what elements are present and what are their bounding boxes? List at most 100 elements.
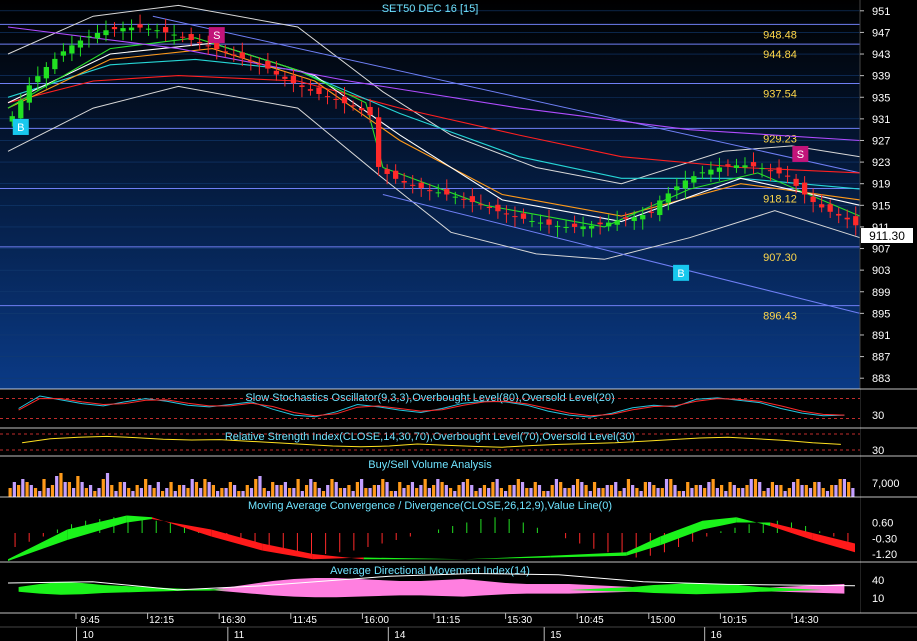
buy-volume-bar — [499, 488, 503, 497]
buy-volume-bar — [84, 488, 88, 497]
buy-volume-bar — [169, 482, 173, 497]
time-tick-label: 14:30 — [793, 615, 818, 626]
signal-label: B — [17, 122, 24, 134]
price-tick-label: 927 — [872, 135, 890, 147]
time-tick-label: 12:15 — [149, 615, 174, 626]
candle-body — [657, 200, 663, 216]
candle-body — [333, 98, 339, 100]
buy-volume-bar — [745, 485, 749, 497]
candle-body — [716, 167, 723, 172]
buy-volume-bar — [338, 488, 343, 497]
trading-chart: 948.48944.84937.54929.23918.12907.30896.… — [0, 0, 917, 641]
buy-volume-bar — [16, 485, 21, 497]
sell-volume-bar — [766, 488, 770, 497]
sell-volume-bar — [622, 488, 626, 497]
candle-body — [554, 225, 561, 227]
sell-volume-bar — [503, 491, 508, 497]
price-tick-label: 903 — [872, 265, 890, 277]
sell-volume-bar — [825, 491, 830, 497]
panel-title: Relative Strength Index(CLOSE,14,30,70),… — [225, 431, 635, 443]
time-axis: 9:45 12:15 16:30 11:45 16:00 11:15 15:30 10:45 1… — [0, 612, 917, 641]
buy-volume-bar — [271, 482, 275, 497]
candle-body — [571, 223, 578, 227]
candle-body — [512, 216, 518, 218]
buy-volume-bar — [847, 482, 851, 497]
buy-volume-bar — [652, 485, 656, 497]
sell-volume-bar — [12, 482, 16, 497]
candle-body — [231, 54, 237, 56]
buy-volume-bar — [482, 485, 487, 497]
candle-body — [18, 100, 24, 119]
candle-body — [623, 217, 629, 219]
buy-volume-bar — [609, 485, 614, 497]
price-tick-label: 883 — [872, 373, 890, 385]
sell-volume-bar — [139, 488, 144, 497]
sell-volume-bar — [21, 479, 25, 497]
buy-volume-bar — [762, 491, 766, 497]
sell-volume-bar — [487, 488, 491, 497]
date-tick-label: 11 — [234, 630, 245, 641]
buy-volume-bar — [203, 479, 207, 497]
buy-volume-bar — [67, 482, 72, 497]
panel-tick-label: 30 — [872, 410, 884, 422]
candle-body — [265, 61, 271, 69]
signal-label: S — [213, 30, 220, 42]
sell-volume-bar — [165, 488, 169, 497]
candle-body — [197, 42, 203, 44]
candle-body — [478, 204, 484, 206]
price-tick-label: 943 — [872, 49, 890, 61]
sell-volume-bar — [698, 485, 703, 497]
candle-body — [341, 96, 348, 104]
sell-volume-bar — [783, 491, 787, 497]
sell-volume-bar — [834, 485, 838, 497]
sell-volume-bar — [148, 485, 152, 497]
price-tick-label: 923 — [872, 157, 890, 169]
candle-body — [648, 211, 654, 213]
sell-volume-bar — [88, 485, 93, 497]
sell-volume-bar — [266, 491, 271, 497]
candle-body — [469, 196, 475, 203]
buy-volume-bar — [228, 482, 232, 497]
buy-volume-bar — [381, 479, 385, 497]
buy-volume-bar — [626, 479, 631, 497]
buy-volume-bar — [220, 488, 224, 497]
sell-volume-bar — [385, 482, 389, 497]
candle-body — [836, 213, 842, 216]
buy-volume-bar — [728, 482, 732, 497]
buy-volume-bar — [245, 485, 249, 497]
candle-body — [691, 176, 697, 183]
candle-body — [188, 34, 194, 40]
buy-volume-bar — [76, 476, 80, 497]
time-tick-label: 10:15 — [722, 615, 747, 626]
candle-body — [520, 213, 527, 219]
buy-volume-bar — [813, 482, 817, 497]
candle-body — [69, 45, 75, 54]
level-label: 918.12 — [763, 193, 797, 205]
price-tick-label: 891 — [872, 330, 890, 342]
candle-body — [77, 40, 84, 48]
candle-body — [640, 215, 646, 220]
buy-volume-bar — [262, 488, 266, 497]
sell-volume-bar — [681, 491, 686, 497]
candle-body — [43, 66, 49, 79]
price-tick-label: 907 — [872, 244, 890, 256]
buy-volume-bar — [821, 488, 825, 497]
buy-volume-bar — [804, 485, 808, 497]
candle-body — [682, 180, 688, 189]
buy-volume-bar — [736, 488, 741, 497]
buy-volume-bar — [304, 485, 309, 497]
sell-volume-bar — [360, 479, 364, 497]
candle-body — [180, 36, 186, 38]
candle-body — [214, 42, 220, 50]
sell-volume-bar — [605, 485, 609, 497]
buy-volume-bar — [753, 479, 758, 497]
sell-volume-bar — [537, 485, 542, 497]
price-tick-label: 931 — [872, 114, 890, 126]
buy-volume-bar — [838, 479, 842, 497]
sell-volume-bar — [673, 485, 677, 497]
candle-body — [759, 168, 765, 170]
time-tick-label: 11:45 — [293, 615, 318, 626]
sell-volume-bar — [690, 488, 694, 497]
sell-volume-bar — [529, 488, 533, 497]
buy-volume-bar — [279, 485, 283, 497]
